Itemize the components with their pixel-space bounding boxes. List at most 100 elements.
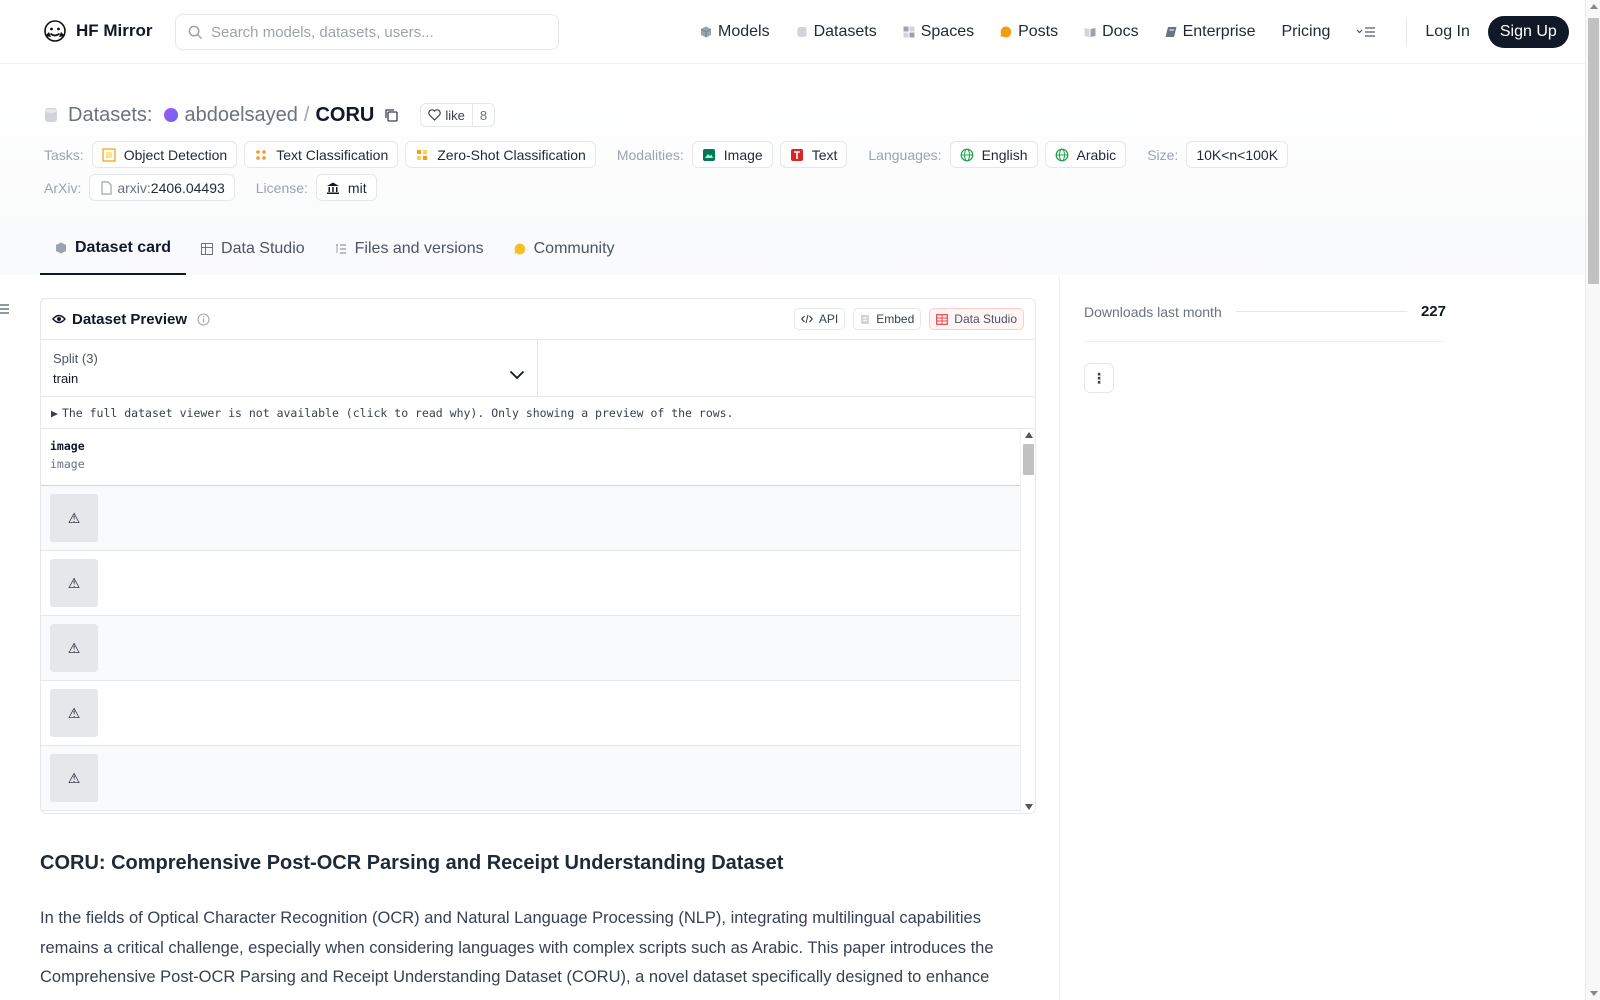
chat-bubble-icon xyxy=(514,243,525,255)
nav-enterprise[interactable]: Enterprise xyxy=(1165,23,1256,41)
tab-dataset-card[interactable]: Dataset card xyxy=(40,223,187,275)
table-icon xyxy=(936,313,949,325)
repo-separator: / xyxy=(303,103,310,126)
nav-more-menu[interactable] xyxy=(1356,26,1376,38)
page-scroll-up-icon[interactable] xyxy=(1590,4,1598,9)
signup-button[interactable]: Sign Up xyxy=(1487,16,1569,48)
broken-image-icon[interactable]: ⚠ xyxy=(50,689,98,737)
tag-arxiv[interactable]: arxiv: 2406.04493 xyxy=(89,174,235,201)
split-selector[interactable]: Split (3) train xyxy=(41,340,538,396)
info-icon[interactable] xyxy=(197,313,210,326)
tag-zero-shot-classification[interactable]: Zero-Shot Classification xyxy=(405,141,596,168)
tag-arabic[interactable]: Arabic xyxy=(1044,141,1127,168)
nav-models[interactable]: Models xyxy=(700,23,770,41)
eye-icon xyxy=(52,314,66,324)
search-input[interactable] xyxy=(211,23,541,41)
repo-tags: Tasks: Object Detection Text Classificat… xyxy=(44,141,1464,201)
table-row[interactable]: ⚠ xyxy=(41,551,1022,616)
tag-text[interactable]: Text xyxy=(779,141,848,168)
brand-link[interactable]: HF Mirror xyxy=(42,18,153,44)
tab-dataset-card-label: Dataset card xyxy=(75,239,172,256)
broken-image-icon[interactable]: ⚠ xyxy=(50,494,98,542)
viewer-notice[interactable]: ▶ The full dataset viewer is not availab… xyxy=(41,397,1035,429)
copy-icon[interactable] xyxy=(384,108,399,122)
data-studio-button-label: Data Studio xyxy=(954,312,1017,326)
column-header-image[interactable]: image image xyxy=(41,429,1022,486)
page-scrollbar-thumb[interactable] xyxy=(1588,18,1599,284)
nav-pricing[interactable]: Pricing xyxy=(1281,23,1330,41)
broken-image-icon[interactable]: ⚠ xyxy=(50,754,98,802)
size-group: Size: 10K<n<100K xyxy=(1147,141,1295,168)
nav-docs[interactable]: Docs xyxy=(1084,23,1139,41)
page-scrollbar[interactable] xyxy=(1585,0,1600,1000)
notice-text: The full dataset viewer is not available… xyxy=(61,405,734,420)
tab-community[interactable]: Community xyxy=(499,223,630,275)
cube-icon xyxy=(700,26,712,38)
downloads-value: 227 xyxy=(1420,303,1446,320)
preview-title-label: Dataset Preview xyxy=(72,310,188,328)
nav-spaces-label: Spaces xyxy=(920,23,975,40)
scrollbar-thumb[interactable] xyxy=(1023,444,1034,475)
preview-title: Dataset Preview xyxy=(52,311,210,328)
preview-actions: API Embed Data Studio xyxy=(793,308,1024,330)
like-count[interactable]: 8 xyxy=(471,104,494,126)
top-navbar: HF Mirror Models Datasets Spaces Posts D… xyxy=(0,0,1585,64)
nav-spaces[interactable]: Spaces xyxy=(903,23,974,41)
tag-text-classification[interactable]: Text Classification xyxy=(244,141,399,168)
arxiv-id: 2406.04493 xyxy=(150,179,225,196)
like-button[interactable]: like 8 xyxy=(420,103,496,127)
embed-button[interactable]: Embed xyxy=(853,308,922,330)
nav-enterprise-label: Enterprise xyxy=(1182,23,1256,40)
more-options-button[interactable]: ⋮ xyxy=(1084,363,1114,393)
repo-type-label[interactable]: Datasets: xyxy=(68,104,152,127)
api-button[interactable]: API xyxy=(793,308,846,330)
preview-scrollbar[interactable] xyxy=(1020,429,1035,813)
broken-image-icon[interactable]: ⚠ xyxy=(50,624,98,672)
repo-tabs: Dataset card Data Studio Files and versi… xyxy=(40,223,630,275)
scroll-down-arrow-icon[interactable] xyxy=(1025,804,1033,810)
login-link[interactable]: Log In xyxy=(1425,23,1469,41)
tag-arabic-label: Arabic xyxy=(1076,146,1117,163)
split-label: Split (3) xyxy=(53,351,98,366)
hugging-face-logo-icon xyxy=(44,20,66,42)
downloads-stat: Downloads last month 227 xyxy=(1084,303,1446,320)
downloads-sparkline xyxy=(1235,311,1407,312)
table-row[interactable]: ⚠ xyxy=(41,681,1022,746)
repo-name-link[interactable]: CORU xyxy=(315,104,374,127)
tag-object-detection[interactable]: Object Detection xyxy=(91,141,238,168)
document-icon xyxy=(101,180,112,195)
preview-header: Dataset Preview API Embed Data Studio xyxy=(41,299,1035,340)
tag-english[interactable]: English xyxy=(949,141,1038,168)
tab-files-and-versions[interactable]: Files and versions xyxy=(320,223,499,275)
search-box[interactable] xyxy=(175,14,559,50)
nav-datasets[interactable]: Datasets xyxy=(796,23,877,41)
right-sidebar: Downloads last month 227 ⋮ xyxy=(1059,275,1585,1000)
data-studio-button[interactable]: Data Studio xyxy=(929,308,1024,330)
sidebar-divider xyxy=(1084,341,1446,342)
arxiv-label: ArXiv: xyxy=(44,179,82,196)
nav-posts-label: Posts xyxy=(1018,23,1059,40)
repo-title-row: Datasets: abdoelsayed / CORU like 8 xyxy=(44,103,496,127)
table-row[interactable]: ⚠ xyxy=(41,746,1022,811)
table-row[interactable]: ⚠ xyxy=(41,486,1022,551)
broken-image-icon[interactable]: ⚠ xyxy=(50,559,98,607)
nav-posts[interactable]: Posts xyxy=(1000,23,1058,41)
chevron-down-icon xyxy=(509,370,525,380)
table-row[interactable]: ⚠ xyxy=(41,616,1022,681)
text-classification-icon xyxy=(256,149,266,160)
tab-data-studio[interactable]: Data Studio xyxy=(186,223,320,275)
sidebar-toggle-icon[interactable] xyxy=(0,303,10,315)
languages-label: Languages: xyxy=(868,146,942,163)
tag-image[interactable]: Image xyxy=(691,141,773,168)
split-row: Split (3) train xyxy=(41,340,1035,397)
repo-owner-link[interactable]: abdoelsayed xyxy=(184,104,297,127)
split-value: train xyxy=(53,371,79,386)
tag-size[interactable]: 10K<n<100K xyxy=(1186,141,1289,168)
arxiv-group: ArXiv: arxiv: 2406.04493 xyxy=(44,174,242,201)
like-action[interactable]: like xyxy=(421,104,472,126)
tag-license[interactable]: mit xyxy=(315,174,377,201)
tab-community-label: Community xyxy=(533,240,615,257)
embed-icon xyxy=(861,314,870,324)
scroll-up-arrow-icon[interactable] xyxy=(1025,432,1033,438)
page-scroll-down-icon[interactable] xyxy=(1590,991,1598,996)
